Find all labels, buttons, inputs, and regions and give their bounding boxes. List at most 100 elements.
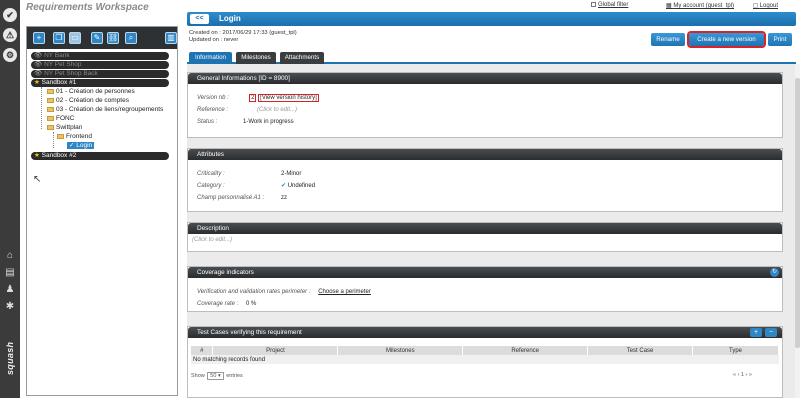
page-size-control: Show 50 ▾ entries	[191, 372, 243, 380]
folder-icon	[47, 115, 54, 121]
status-value[interactable]: 1-Work in progress	[243, 118, 294, 126]
search-icon[interactable]: ⌕	[125, 32, 137, 44]
home-icon[interactable]: ⌂	[4, 250, 16, 262]
version-number: 2	[249, 94, 257, 102]
tree-connector	[53, 132, 54, 148]
tree-toolbar: + ❐ ▭ ✎ ⛓ ⌕ ▥	[27, 27, 177, 49]
audit-info: Created on : 2017/06/29 17:33 (guest_tpl…	[189, 30, 297, 44]
tab-bar: Information Milestones Attachments	[187, 50, 796, 64]
global-filter-link[interactable]: Global filter	[591, 2, 628, 8]
global-filter-checkbox[interactable]	[591, 2, 596, 7]
coverage-rate-row: Coverage rate : 0 %	[197, 301, 257, 307]
folder-icon	[57, 133, 64, 139]
page-size-select[interactable]: 50 ▾	[207, 372, 224, 380]
tree-folder-frontend[interactable]: Frontend	[57, 133, 92, 141]
requirement-icon: ✓	[69, 142, 75, 149]
column-header[interactable]: Project	[212, 346, 339, 355]
column-header[interactable]: #	[191, 346, 214, 355]
criticality-value[interactable]: 2-Minor	[281, 170, 301, 178]
tab-attachments[interactable]: Attachments	[280, 52, 324, 64]
criticality-row: Criticality : 2-Minor	[197, 171, 302, 177]
category-row: Category : ✔ Undefined	[197, 182, 315, 190]
bug-icon[interactable]: ✱	[4, 301, 16, 313]
section-title: Coverage indicators ↻	[188, 267, 782, 278]
link-icon[interactable]: ⛓	[107, 32, 119, 44]
general-information-section: General Informations [ID = 8900] Version…	[187, 72, 783, 138]
updated-on: Updated on : never	[189, 37, 239, 43]
reference-field[interactable]: (Click to edit...)	[257, 106, 297, 114]
logout-icon: ◻	[753, 3, 760, 9]
tree-connector	[41, 87, 42, 129]
mouse-cursor-icon: ↖	[33, 174, 42, 185]
section-title: General Informations [ID = 8900]	[188, 73, 782, 84]
description-field[interactable]: (Click to edit...)	[192, 236, 232, 244]
column-header[interactable]: Reference	[462, 346, 589, 355]
scrollbar-thumb[interactable]	[795, 78, 800, 348]
top-bar: Global filter ▦ My account (guest_tpl) ◻…	[188, 0, 800, 11]
tree-folder-02[interactable]: 02 - Création de comptes	[47, 97, 129, 105]
workspace-title: Requirements Workspace	[26, 2, 149, 13]
content-area: General Informations [ID = 8900] Version…	[187, 64, 796, 398]
paste-icon[interactable]: ▭	[69, 32, 81, 44]
rename-icon[interactable]: ✎	[91, 32, 103, 44]
requirements-icon[interactable]: ✔	[3, 8, 17, 22]
page-title: Login	[219, 14, 241, 23]
campaigns-icon[interactable]: ⚠	[3, 28, 17, 42]
pagination[interactable]: « ‹ 1 › »	[733, 372, 752, 378]
add-test-case-button[interactable]: +	[750, 328, 762, 337]
tree-project-ny-bank[interactable]: 👁 NY Bank	[31, 52, 169, 60]
folder-icon	[47, 106, 54, 112]
add-icon[interactable]: +	[33, 32, 45, 44]
folder-icon	[47, 97, 54, 103]
choose-perimeter-link[interactable]: Choose a perimeter	[318, 289, 371, 295]
tree-project-sandbox-1[interactable]: ★ Sandbox #1	[31, 79, 169, 87]
view-version-history-link[interactable]: [View version history]	[258, 94, 319, 102]
requirement-tree-panel: + ❐ ▭ ✎ ⛓ ⌕ ▥ 👁 NY Bank 👁 NY Pet Shop 👁 …	[26, 26, 178, 396]
remove-test-case-button[interactable]: −	[765, 328, 777, 337]
custom-field-value[interactable]: zz	[281, 194, 287, 202]
coverage-indicators-section: Coverage indicators ↻ Verification and v…	[187, 266, 783, 312]
tree-requirement-login[interactable]: ✓ Login	[67, 142, 95, 150]
refresh-icon[interactable]: ↻	[770, 268, 779, 277]
logout-link[interactable]: ◻ Logout	[753, 2, 778, 9]
tree-folder-01[interactable]: 01 - Création de personnes	[47, 88, 135, 96]
custom-field-row: Champ personnalisé A1 : zz	[197, 195, 287, 201]
print-button[interactable]: Print	[768, 33, 792, 46]
tab-milestones[interactable]: Milestones	[236, 52, 276, 64]
created-on: Created on : 2017/06/29 17:33 (guest_tpl…	[189, 30, 297, 36]
report-icon[interactable]: ▤	[4, 267, 16, 279]
tree-folder-fonc[interactable]: FONC	[47, 115, 74, 123]
column-header[interactable]: Test Case	[587, 346, 694, 355]
reference-row: Reference : (Click to edit...)	[197, 107, 298, 113]
tree-folder-03[interactable]: 03 - Création de liens/regroupements	[47, 106, 163, 114]
section-title: Description	[188, 223, 782, 234]
left-rail: ✔ ⚠ ⚙ ⌂ ▤ ♟ ✱ squash	[0, 0, 20, 398]
section-title: Test Cases verifying this requirement + …	[188, 327, 782, 338]
tree-project-sandbox-2[interactable]: ★ Sandbox #2	[31, 152, 169, 160]
category-value[interactable]: ✔ Undefined	[281, 182, 331, 190]
test-cases-table: # Project Milestones Reference Test Case…	[191, 346, 779, 364]
squash-logo: squash	[5, 341, 15, 375]
tree-project-ny-pet-shop-back[interactable]: 👁 NY Pet Shop Back	[31, 70, 169, 78]
tab-information[interactable]: Information	[189, 52, 232, 64]
version-row: Version nb : 2 [View version history]	[197, 94, 319, 102]
checkmark-icon: ✔	[281, 183, 287, 189]
tree-project-ny-pet-shop[interactable]: 👁 NY Pet Shop	[31, 61, 169, 69]
status-row: Status : 1-Work in progress	[197, 119, 294, 125]
collapse-tree-button[interactable]: <<	[190, 14, 209, 24]
column-header[interactable]: Milestones	[337, 346, 464, 355]
table-header-row: # Project Milestones Reference Test Case…	[191, 346, 779, 355]
delete-icon[interactable]: ▥	[165, 32, 177, 44]
my-account-link[interactable]: ▦ My account (guest_tpl)	[666, 2, 734, 9]
admin-icon[interactable]: ♟	[4, 284, 16, 296]
perimeter-row: Verification and validation rates perime…	[197, 289, 371, 295]
tree-folder-swittplan[interactable]: Swittplan	[47, 124, 82, 132]
copy-icon[interactable]: ❐	[53, 32, 65, 44]
create-new-version-button[interactable]: Create a new version	[687, 31, 766, 48]
folder-icon	[47, 88, 54, 94]
description-section: Description (Click to edit...)	[187, 222, 783, 252]
column-header[interactable]: Type	[692, 346, 779, 355]
tree: 👁 NY Bank 👁 NY Pet Shop 👁 NY Pet Shop Ba…	[27, 49, 177, 160]
rename-button[interactable]: Rename	[651, 33, 685, 46]
test-cases-icon[interactable]: ⚙	[3, 48, 17, 62]
